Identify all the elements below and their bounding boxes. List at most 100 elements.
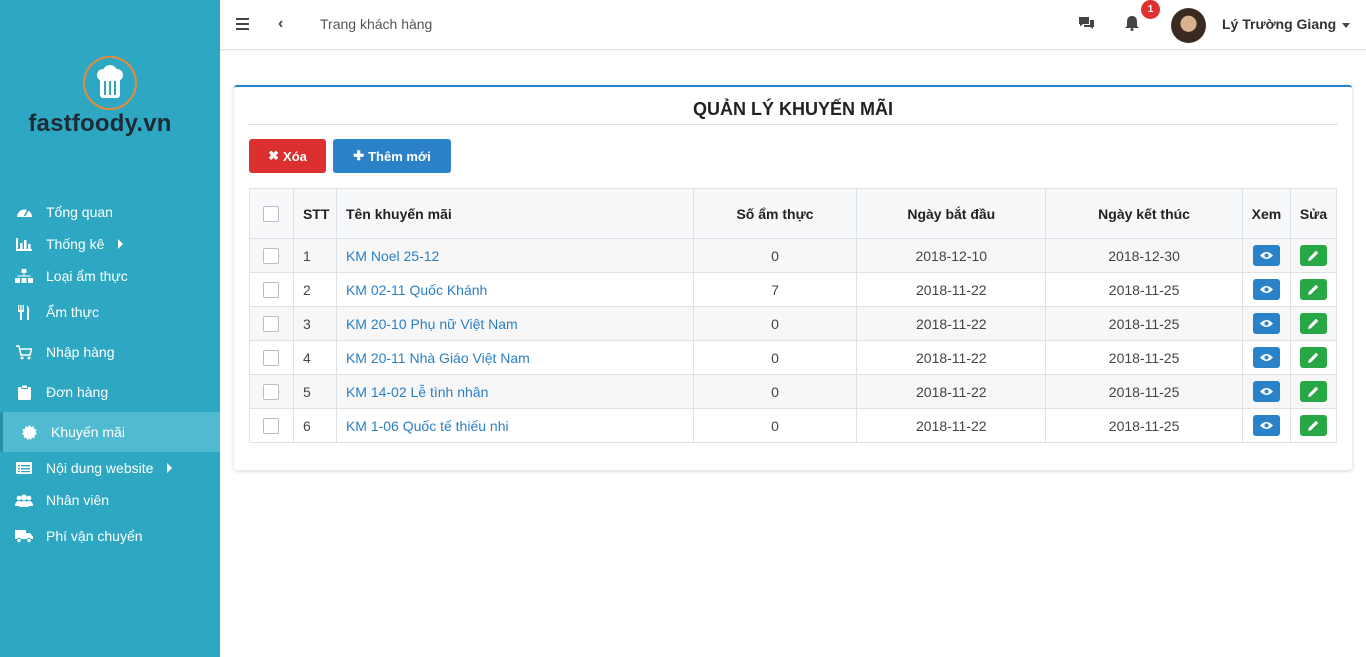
column-header-food-count[interactable]: Số ẩm thực — [692, 188, 858, 239]
brand-logo[interactable]: fastfoody.vn — [0, 56, 220, 138]
column-header-stt[interactable]: STT — [292, 188, 337, 239]
view-button[interactable] — [1252, 245, 1280, 266]
row-checkbox[interactable] — [263, 248, 280, 265]
row-select-cell — [249, 340, 294, 375]
chat-icon[interactable] — [1078, 16, 1095, 33]
delete-button[interactable]: ✖ Xóa — [249, 139, 326, 173]
sidebar-item-label: Đơn hàng — [46, 384, 109, 400]
row-start-date: 2018-11-22 — [856, 272, 1047, 307]
eye-icon — [1259, 320, 1273, 327]
row-name-cell: KM 02-11 Quốc Khánh — [335, 272, 694, 307]
row-name-cell: KM 20-10 Phụ nữ Việt Nam — [335, 306, 694, 341]
row-stt: 5 — [292, 374, 337, 409]
eye-icon — [1259, 422, 1273, 429]
row-select-cell — [249, 374, 294, 409]
sidebar-item-label: Nội dung website — [46, 460, 154, 476]
user-name[interactable]: Lý Trường Giang — [1222, 16, 1336, 32]
row-view-cell — [1241, 408, 1291, 443]
edit-button[interactable] — [1299, 313, 1327, 334]
add-new-button[interactable]: ✚ Thêm mới — [333, 139, 451, 173]
column-header-name[interactable]: Tên khuyến mãi — [335, 188, 694, 239]
select-all-checkbox[interactable] — [263, 206, 280, 223]
promotion-name-link[interactable]: KM 14-02 Lễ tình nhân — [346, 384, 488, 400]
table-row: 2 KM 02-11 Quốc Khánh 7 2018-11-22 2018-… — [249, 272, 1338, 307]
row-end-date: 2018-11-25 — [1045, 408, 1243, 443]
promotions-table: STT Tên khuyến mãi Số ẩm thực Ngày bắt đ… — [249, 188, 1338, 443]
row-edit-cell — [1289, 374, 1338, 409]
row-edit-cell — [1289, 238, 1338, 273]
caret-right-icon — [118, 239, 124, 249]
caret-down-icon[interactable] — [1342, 23, 1350, 28]
edit-button[interactable] — [1299, 279, 1327, 300]
chevron-left-icon[interactable]: ‹ — [278, 15, 283, 33]
row-stt: 3 — [292, 306, 337, 341]
row-edit-cell — [1289, 272, 1338, 307]
row-food-count: 0 — [692, 374, 858, 409]
sidebar-item-website-content[interactable]: Nội dung website — [0, 452, 220, 484]
promotion-name-link[interactable]: KM 1-06 Quốc tế thiếu nhi — [346, 418, 509, 434]
sidebar-item-statistics[interactable]: Thống kê — [0, 228, 220, 260]
avatar[interactable] — [1171, 8, 1206, 43]
sidebar-item-imports[interactable]: Nhập hàng — [0, 332, 220, 372]
row-start-date: 2018-11-22 — [856, 306, 1047, 341]
row-view-cell — [1241, 340, 1291, 375]
promotion-name-link[interactable]: KM 20-11 Nhà Giáo Việt Nam — [346, 350, 530, 366]
sidebar-menu: Tổng quan Thống kê Loại ẩm thực Ẩm thực — [0, 196, 220, 556]
bell-icon[interactable] — [1125, 15, 1139, 34]
bar-chart-icon — [14, 236, 34, 252]
times-icon: ✖ — [268, 148, 280, 163]
chef-hat-icon — [83, 56, 137, 110]
sidebar-item-shipping-fee[interactable]: Phí vận chuyển — [0, 516, 220, 556]
table-row: 5 KM 14-02 Lễ tình nhân 0 2018-11-22 201… — [249, 374, 1338, 409]
sidebar-item-label: Khuyến mãi — [51, 424, 125, 440]
sidebar-item-promotions[interactable]: Khuyến mãi — [0, 412, 220, 452]
row-stt: 2 — [292, 272, 337, 307]
row-select-cell — [249, 238, 294, 273]
edit-button[interactable] — [1299, 415, 1327, 436]
breadcrumb[interactable]: Trang khách hàng — [320, 16, 432, 32]
row-food-count: 0 — [692, 306, 858, 341]
row-checkbox[interactable] — [263, 350, 280, 367]
sidebar-item-food-categories[interactable]: Loại ẩm thực — [0, 260, 220, 292]
caret-right-icon — [167, 463, 173, 473]
sidebar-item-label: Phí vận chuyển — [46, 528, 143, 544]
pencil-icon — [1307, 284, 1319, 295]
edit-button[interactable] — [1299, 381, 1327, 402]
sidebar-item-label: Ẩm thực — [46, 304, 99, 320]
eye-icon — [1259, 354, 1273, 361]
row-edit-cell — [1289, 408, 1338, 443]
column-header-start-date[interactable]: Ngày bắt đầu — [856, 188, 1047, 239]
view-button[interactable] — [1252, 381, 1280, 402]
promotion-name-link[interactable]: KM 02-11 Quốc Khánh — [346, 282, 487, 298]
view-button[interactable] — [1252, 279, 1280, 300]
promotion-name-link[interactable]: KM Noel 25-12 — [346, 248, 439, 264]
view-button[interactable] — [1252, 415, 1280, 436]
row-view-cell — [1241, 238, 1291, 273]
edit-button[interactable] — [1299, 245, 1327, 266]
notification-badge: 1 — [1141, 0, 1160, 19]
view-button[interactable] — [1252, 313, 1280, 334]
sidebar-item-staff[interactable]: Nhân viên — [0, 484, 220, 516]
row-food-count: 7 — [692, 272, 858, 307]
row-start-date: 2018-12-10 — [856, 238, 1047, 273]
row-checkbox[interactable] — [263, 282, 280, 299]
table-row: 4 KM 20-11 Nhà Giáo Việt Nam 0 2018-11-2… — [249, 340, 1338, 375]
sidebar-item-orders[interactable]: Đơn hàng — [0, 372, 220, 412]
row-food-count: 0 — [692, 408, 858, 443]
view-button[interactable] — [1252, 347, 1280, 368]
hamburger-menu-icon[interactable] — [236, 18, 249, 30]
sidebar-item-dashboard[interactable]: Tổng quan — [0, 196, 220, 228]
row-end-date: 2018-12-30 — [1045, 238, 1243, 273]
row-end-date: 2018-11-25 — [1045, 306, 1243, 341]
users-icon — [14, 492, 34, 508]
row-select-cell — [249, 272, 294, 307]
row-end-date: 2018-11-25 — [1045, 272, 1243, 307]
column-header-end-date[interactable]: Ngày kết thúc — [1045, 188, 1243, 239]
promotion-name-link[interactable]: KM 20-10 Phụ nữ Việt Nam — [346, 316, 518, 332]
row-checkbox[interactable] — [263, 384, 280, 401]
sidebar-item-foods[interactable]: Ẩm thực — [0, 292, 220, 332]
row-food-count: 0 — [692, 238, 858, 273]
row-checkbox[interactable] — [263, 316, 280, 333]
edit-button[interactable] — [1299, 347, 1327, 368]
row-checkbox[interactable] — [263, 418, 280, 435]
